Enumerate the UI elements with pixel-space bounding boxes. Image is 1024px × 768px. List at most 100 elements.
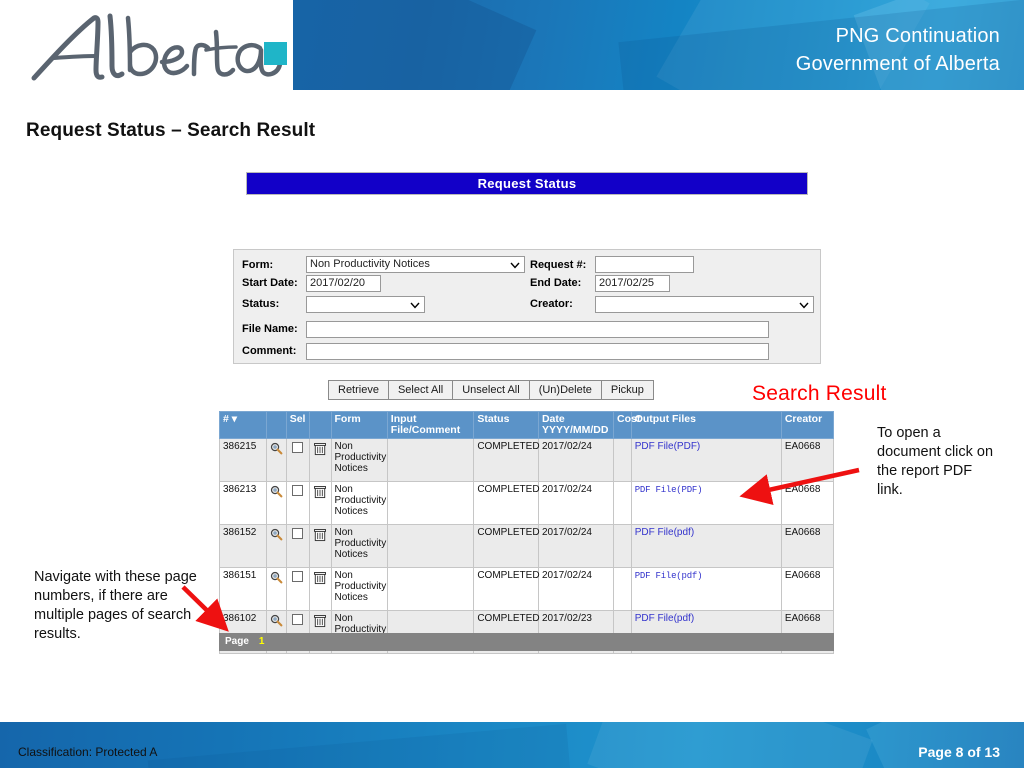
col-header-delete	[308, 411, 332, 439]
table-row: 386151 Non Productivity Notices COMPLETED 2…	[219, 567, 835, 611]
start-date-label: Start Date:	[242, 277, 298, 289]
cell-date: 2017/02/24	[537, 567, 614, 611]
table-row: 386152 Non Productivity Notices COMPLETED 2…	[219, 524, 835, 568]
delete-request-button[interactable]	[308, 438, 332, 482]
cell-status: COMPLETED	[473, 524, 540, 568]
view-request-button[interactable]	[265, 438, 287, 482]
cell-output-files: PDF File(pdf)	[630, 567, 782, 611]
pickup-button[interactable]: Pickup	[601, 381, 653, 399]
col-header-status: Status	[473, 411, 539, 439]
cell-cost	[612, 438, 632, 482]
status-label: Status:	[242, 298, 280, 310]
trash-icon	[314, 615, 327, 628]
view-request-button[interactable]	[265, 567, 287, 611]
footer-classification: Classification: Protected A	[18, 745, 158, 759]
cell-input-file-comment	[386, 567, 475, 611]
cell-input-file-comment	[386, 438, 475, 482]
cell-cost	[612, 481, 632, 525]
cell-output-files: PDF File(pdf)	[630, 524, 782, 568]
annotation-open-document: To open a document click on the report P…	[877, 425, 994, 498]
chevron-down-icon	[799, 299, 809, 311]
header-facet-a	[293, 0, 537, 90]
magnifier-icon	[270, 442, 283, 455]
creator-label: Creator:	[530, 298, 573, 310]
select-all-button[interactable]: Select All	[388, 381, 454, 399]
undelete-button[interactable]: (Un)Delete	[529, 381, 602, 399]
view-request-button[interactable]	[265, 481, 287, 525]
checkbox-icon[interactable]	[292, 528, 304, 539]
delete-request-button[interactable]	[308, 481, 332, 525]
select-row-checkbox[interactable]	[285, 438, 310, 482]
pdf-file-link[interactable]: PDF File(PDF)	[635, 441, 701, 452]
delete-request-button[interactable]	[308, 524, 332, 568]
cell-status: COMPLETED	[473, 438, 540, 482]
retrieve-button[interactable]: Retrieve	[329, 381, 389, 399]
select-row-checkbox[interactable]	[285, 524, 310, 568]
col-header-cost: Cost	[612, 411, 640, 439]
checkbox-icon[interactable]	[292, 614, 304, 625]
col-header-id[interactable]: # ▾	[219, 411, 267, 439]
cell-date: 2017/02/24	[537, 438, 614, 482]
cell-creator: EA0668	[780, 524, 835, 568]
trash-icon	[314, 486, 327, 499]
cell-input-file-comment	[386, 524, 475, 568]
request-number-input[interactable]	[595, 256, 694, 273]
form-field-label: Form:	[242, 259, 274, 271]
cell-form: Non Productivity Notices	[330, 481, 388, 525]
col-header-sel: Sel	[285, 411, 310, 439]
col-header-input: Input File/Comment	[386, 411, 475, 439]
checkbox-icon[interactable]	[292, 442, 304, 453]
col-header-form: Form	[330, 411, 388, 439]
pdf-file-link[interactable]: PDF File(pdf)	[635, 613, 694, 624]
magnifier-icon	[270, 485, 283, 498]
creator-select[interactable]	[595, 296, 814, 313]
col-header-date: Date YYYY/MM/DD	[537, 411, 614, 439]
footer-facet-3	[147, 723, 573, 768]
pdf-file-link[interactable]: PDF File(pdf)	[635, 571, 703, 581]
trash-icon	[314, 529, 327, 542]
footer-facet-1	[587, 722, 873, 768]
delete-request-button[interactable]	[308, 567, 332, 611]
magnifier-icon	[270, 528, 283, 541]
cell-creator: EA0668	[780, 567, 835, 611]
cell-request-id: 386213	[219, 481, 267, 525]
search-results-table: # ▾ Sel Form Input File/Comment Status D…	[219, 411, 835, 654]
cell-cost	[612, 567, 632, 611]
unselect-all-button[interactable]: Unselect All	[453, 381, 530, 399]
file-name-input[interactable]	[306, 321, 769, 338]
file-name-label: File Name:	[242, 323, 298, 335]
magnifier-icon	[270, 571, 283, 584]
cell-status: COMPLETED	[473, 567, 540, 611]
checkbox-icon[interactable]	[292, 571, 304, 582]
form-select[interactable]: Non Productivity Notices	[306, 256, 525, 273]
annotation-search-result: Search Result	[752, 382, 887, 405]
status-select[interactable]	[306, 296, 425, 313]
comment-input[interactable]	[306, 343, 769, 360]
select-row-checkbox[interactable]	[285, 481, 310, 525]
checkbox-icon[interactable]	[292, 485, 304, 496]
page-header: PNG Continuation Government of Alberta	[0, 0, 1024, 90]
view-request-button[interactable]	[265, 524, 287, 568]
footer-page-number: Page 8 of 13	[918, 744, 1000, 760]
pdf-file-link[interactable]: PDF File(PDF)	[635, 485, 703, 495]
cell-request-id: 386152	[219, 524, 267, 568]
comment-label: Comment:	[242, 345, 297, 357]
arrow-to-page-number	[181, 585, 229, 632]
page-number-1[interactable]: 1	[259, 636, 265, 647]
select-row-checkbox[interactable]	[285, 567, 310, 611]
header-title-line1: PNG Continuation	[835, 25, 1000, 47]
pdf-file-link[interactable]: PDF File(pdf)	[635, 527, 694, 538]
col-header-output-files: Output Files	[630, 411, 782, 439]
cell-form: Non Productivity Notices	[330, 567, 388, 611]
cell-date: 2017/02/24	[537, 481, 614, 525]
table-header-row: # ▾ Sel Form Input File/Comment Status D…	[219, 411, 835, 439]
cell-date: 2017/02/24	[537, 524, 614, 568]
cell-status: COMPLETED	[473, 481, 540, 525]
end-date-input[interactable]: 2017/02/25	[595, 275, 670, 292]
magnifier-icon	[270, 614, 283, 627]
end-date-label: End Date:	[530, 277, 582, 289]
cell-form: Non Productivity Notices	[330, 524, 388, 568]
start-date-input[interactable]: 2017/02/20	[306, 275, 381, 292]
chevron-down-icon	[510, 259, 520, 271]
header-title-block: PNG Continuation Government of Alberta	[796, 22, 1000, 78]
